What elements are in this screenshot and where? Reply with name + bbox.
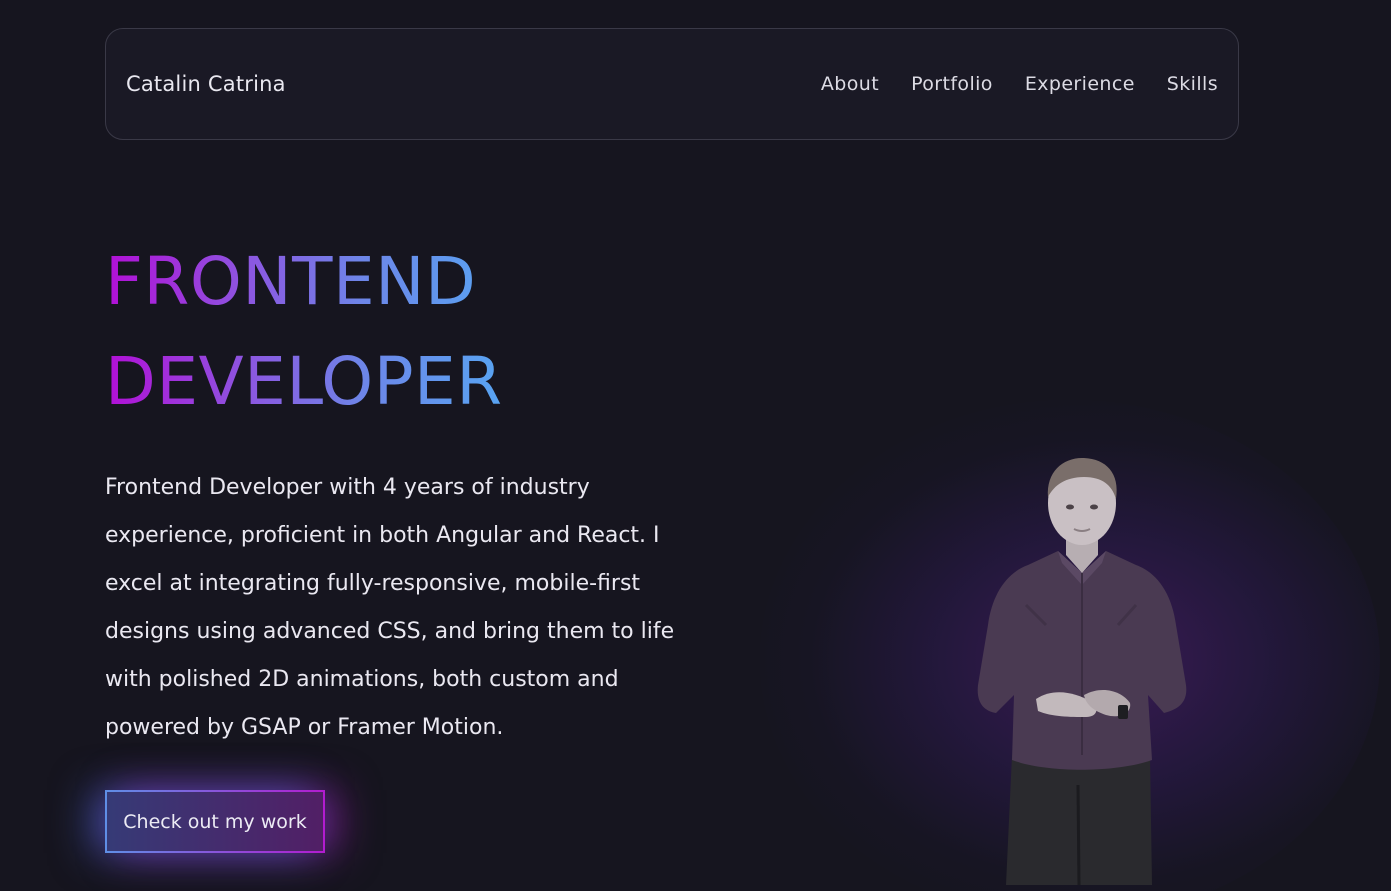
hero-description: Frontend Developer with 4 years of indus… — [105, 475, 675, 740]
nav-link-experience[interactable]: Experience — [1025, 73, 1135, 95]
brand-name[interactable]: Catalin Catrina — [126, 72, 286, 96]
nav-link-portfolio[interactable]: Portfolio — [911, 73, 993, 95]
portrait-image — [977, 457, 1187, 885]
page: Catalin Catrina About Portfolio Experien… — [0, 0, 1391, 891]
nav-link-skills[interactable]: Skills — [1167, 73, 1218, 95]
hero-title: FRONTEND DEVELOPER — [105, 232, 503, 432]
hero-title-line-2: DEVELOPER — [105, 343, 503, 420]
check-out-work-button[interactable]: Check out my work — [105, 790, 325, 853]
navbar: Catalin Catrina About Portfolio Experien… — [105, 28, 1239, 140]
nav-link-about[interactable]: About — [821, 73, 879, 95]
hero-title-line-1: FRONTEND — [105, 243, 477, 320]
nav-links: About Portfolio Experience Skills — [821, 73, 1218, 95]
